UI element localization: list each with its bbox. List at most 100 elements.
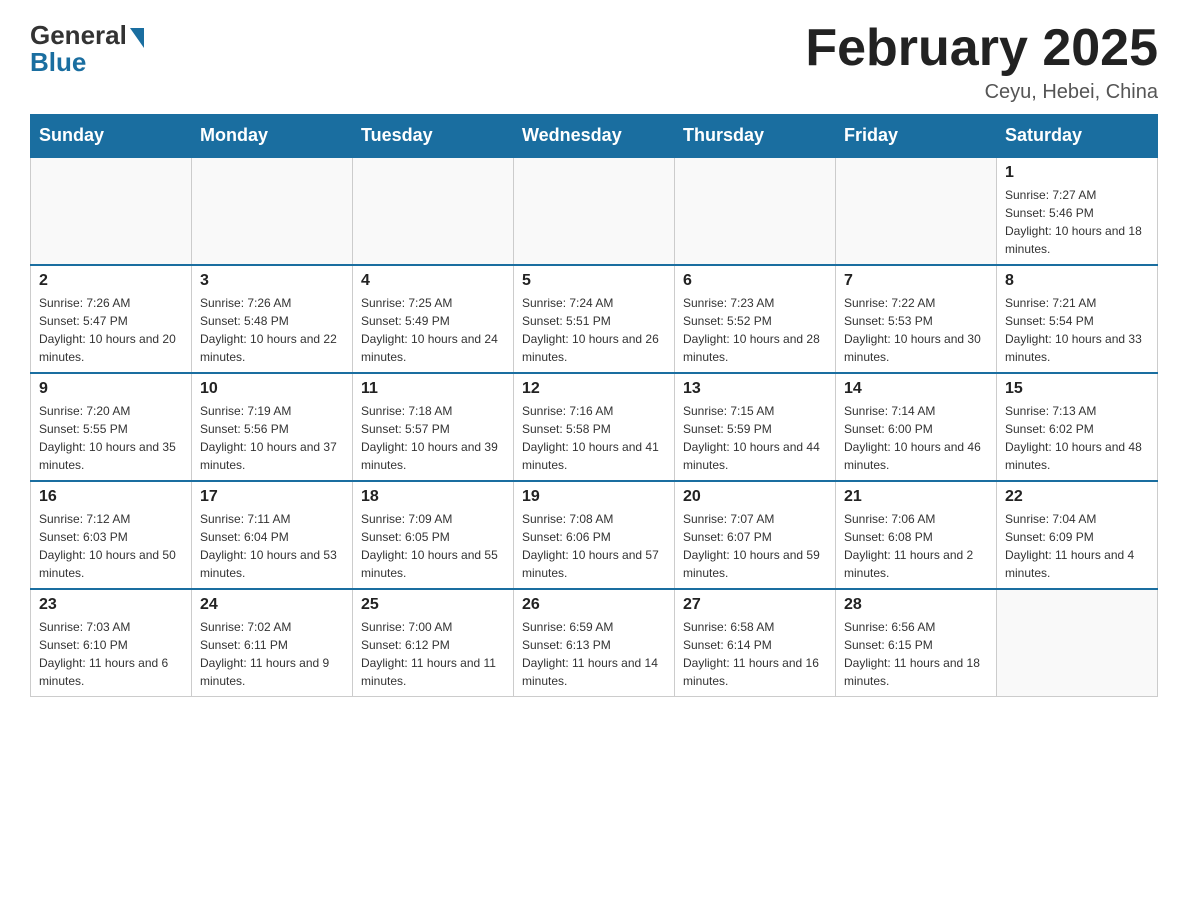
calendar-day-cell: 27 Sunrise: 6:58 AMSunset: 6:14 PMDayligh…	[675, 589, 836, 697]
calendar-day-cell: 5 Sunrise: 7:24 AMSunset: 5:51 PMDaylight…	[514, 265, 675, 373]
calendar-day-cell: 10 Sunrise: 7:19 AMSunset: 5:56 PMDayligh…	[192, 373, 353, 481]
calendar-day-cell	[997, 589, 1158, 697]
day-number: 1	[1005, 164, 1149, 182]
location-text: Ceyu, Hebei, China	[805, 81, 1158, 104]
calendar-day-cell: 6 Sunrise: 7:23 AMSunset: 5:52 PMDaylight…	[675, 265, 836, 373]
day-info: Sunrise: 7:23 AMSunset: 5:52 PMDaylight:…	[683, 296, 820, 364]
day-number: 21	[844, 488, 988, 506]
calendar-day-cell: 28 Sunrise: 6:56 AMSunset: 6:15 PMDayligh…	[836, 589, 997, 697]
day-info: Sunrise: 7:20 AMSunset: 5:55 PMDaylight:…	[39, 404, 176, 472]
page-header: General Blue February 2025 Ceyu, Hebei, …	[30, 20, 1158, 104]
day-number: 12	[522, 380, 666, 398]
calendar-day-cell: 26 Sunrise: 6:59 AMSunset: 6:13 PMDayligh…	[514, 589, 675, 697]
calendar-week-row: 2 Sunrise: 7:26 AMSunset: 5:47 PMDaylight…	[31, 265, 1158, 373]
calendar-day-cell	[192, 157, 353, 265]
day-number: 19	[522, 488, 666, 506]
day-info: Sunrise: 7:24 AMSunset: 5:51 PMDaylight:…	[522, 296, 659, 364]
day-info: Sunrise: 6:58 AMSunset: 6:14 PMDaylight:…	[683, 620, 819, 688]
calendar-day-cell: 7 Sunrise: 7:22 AMSunset: 5:53 PMDaylight…	[836, 265, 997, 373]
month-title: February 2025	[805, 20, 1158, 77]
calendar-day-cell: 1Sunrise: 7:27 AMSunset: 5:46 PMDaylight…	[997, 157, 1158, 265]
calendar-day-cell: 3 Sunrise: 7:26 AMSunset: 5:48 PMDaylight…	[192, 265, 353, 373]
calendar-header-row: SundayMondayTuesdayWednesdayThursdayFrid…	[31, 115, 1158, 158]
day-number: 22	[1005, 488, 1149, 506]
day-info: Sunrise: 6:56 AMSunset: 6:15 PMDaylight:…	[844, 620, 980, 688]
day-info: Sunrise: 7:04 AMSunset: 6:09 PMDaylight:…	[1005, 512, 1134, 580]
calendar-day-cell: 25 Sunrise: 7:00 AMSunset: 6:12 PMDayligh…	[353, 589, 514, 697]
day-info: Sunrise: 7:26 AMSunset: 5:47 PMDaylight:…	[39, 296, 176, 364]
day-number: 18	[361, 488, 505, 506]
calendar-header-friday: Friday	[836, 115, 997, 158]
calendar-week-row: 16 Sunrise: 7:12 AMSunset: 6:03 PMDayligh…	[31, 481, 1158, 589]
day-info: Sunrise: 7:03 AMSunset: 6:10 PMDaylight:…	[39, 620, 168, 688]
day-info: Sunrise: 7:19 AMSunset: 5:56 PMDaylight:…	[200, 404, 337, 472]
day-number: 2	[39, 272, 183, 290]
day-number: 23	[39, 596, 183, 614]
calendar-day-cell: 24 Sunrise: 7:02 AMSunset: 6:11 PMDayligh…	[192, 589, 353, 697]
day-number: 5	[522, 272, 666, 290]
day-number: 8	[1005, 272, 1149, 290]
calendar-day-cell	[31, 157, 192, 265]
day-number: 9	[39, 380, 183, 398]
day-number: 15	[1005, 380, 1149, 398]
logo-arrow-icon	[130, 28, 144, 48]
day-info: Sunrise: 7:22 AMSunset: 5:53 PMDaylight:…	[844, 296, 981, 364]
day-number: 26	[522, 596, 666, 614]
calendar-day-cell: 12 Sunrise: 7:16 AMSunset: 5:58 PMDayligh…	[514, 373, 675, 481]
day-info: Sunrise: 7:25 AMSunset: 5:49 PMDaylight:…	[361, 296, 498, 364]
calendar-header-wednesday: Wednesday	[514, 115, 675, 158]
day-number: 13	[683, 380, 827, 398]
day-number: 25	[361, 596, 505, 614]
logo-blue-text: Blue	[30, 47, 86, 78]
day-number: 14	[844, 380, 988, 398]
day-info: Sunrise: 7:12 AMSunset: 6:03 PMDaylight:…	[39, 512, 176, 580]
calendar-day-cell	[836, 157, 997, 265]
day-info: Sunrise: 7:11 AMSunset: 6:04 PMDaylight:…	[200, 512, 337, 580]
day-number: 3	[200, 272, 344, 290]
day-info: Sunrise: 7:06 AMSunset: 6:08 PMDaylight:…	[844, 512, 973, 580]
calendar-week-row: 9 Sunrise: 7:20 AMSunset: 5:55 PMDaylight…	[31, 373, 1158, 481]
day-info: Sunrise: 7:15 AMSunset: 5:59 PMDaylight:…	[683, 404, 820, 472]
day-info: Sunrise: 7:16 AMSunset: 5:58 PMDaylight:…	[522, 404, 659, 472]
day-number: 6	[683, 272, 827, 290]
day-number: 16	[39, 488, 183, 506]
day-info: Sunrise: 7:14 AMSunset: 6:00 PMDaylight:…	[844, 404, 981, 472]
day-number: 11	[361, 380, 505, 398]
day-number: 7	[844, 272, 988, 290]
day-info: Sunrise: 7:02 AMSunset: 6:11 PMDaylight:…	[200, 620, 329, 688]
day-number: 17	[200, 488, 344, 506]
calendar-week-row: 1Sunrise: 7:27 AMSunset: 5:46 PMDaylight…	[31, 157, 1158, 265]
calendar-day-cell: 21 Sunrise: 7:06 AMSunset: 6:08 PMDayligh…	[836, 481, 997, 589]
calendar-day-cell: 22 Sunrise: 7:04 AMSunset: 6:09 PMDayligh…	[997, 481, 1158, 589]
calendar-day-cell: 16 Sunrise: 7:12 AMSunset: 6:03 PMDayligh…	[31, 481, 192, 589]
calendar-header-sunday: Sunday	[31, 115, 192, 158]
calendar-header-tuesday: Tuesday	[353, 115, 514, 158]
calendar-header-saturday: Saturday	[997, 115, 1158, 158]
calendar-header-thursday: Thursday	[675, 115, 836, 158]
day-number: 10	[200, 380, 344, 398]
day-info: Sunrise: 7:26 AMSunset: 5:48 PMDaylight:…	[200, 296, 337, 364]
calendar-day-cell: 8 Sunrise: 7:21 AMSunset: 5:54 PMDaylight…	[997, 265, 1158, 373]
logo: General Blue	[30, 20, 144, 78]
day-info: Sunrise: 7:08 AMSunset: 6:06 PMDaylight:…	[522, 512, 659, 580]
day-number: 28	[844, 596, 988, 614]
day-info: Sunrise: 7:00 AMSunset: 6:12 PMDaylight:…	[361, 620, 496, 688]
calendar-day-cell: 18 Sunrise: 7:09 AMSunset: 6:05 PMDayligh…	[353, 481, 514, 589]
calendar-week-row: 23 Sunrise: 7:03 AMSunset: 6:10 PMDayligh…	[31, 589, 1158, 697]
calendar-day-cell: 4Sunrise: 7:25 AMSunset: 5:49 PMDaylight…	[353, 265, 514, 373]
calendar-day-cell: 15 Sunrise: 7:13 AMSunset: 6:02 PMDayligh…	[997, 373, 1158, 481]
calendar-day-cell	[675, 157, 836, 265]
day-info: Sunrise: 7:21 AMSunset: 5:54 PMDaylight:…	[1005, 296, 1142, 364]
day-info: Sunrise: 7:09 AMSunset: 6:05 PMDaylight:…	[361, 512, 498, 580]
calendar-day-cell: 19 Sunrise: 7:08 AMSunset: 6:06 PMDayligh…	[514, 481, 675, 589]
calendar-day-cell: 23 Sunrise: 7:03 AMSunset: 6:10 PMDayligh…	[31, 589, 192, 697]
calendar-day-cell	[353, 157, 514, 265]
day-number: 20	[683, 488, 827, 506]
day-number: 24	[200, 596, 344, 614]
day-info: Sunrise: 7:07 AMSunset: 6:07 PMDaylight:…	[683, 512, 820, 580]
calendar-day-cell	[514, 157, 675, 265]
day-info: Sunrise: 6:59 AMSunset: 6:13 PMDaylight:…	[522, 620, 658, 688]
calendar-day-cell: 14 Sunrise: 7:14 AMSunset: 6:00 PMDayligh…	[836, 373, 997, 481]
day-number: 27	[683, 596, 827, 614]
day-info: Sunrise: 7:13 AMSunset: 6:02 PMDaylight:…	[1005, 404, 1142, 472]
